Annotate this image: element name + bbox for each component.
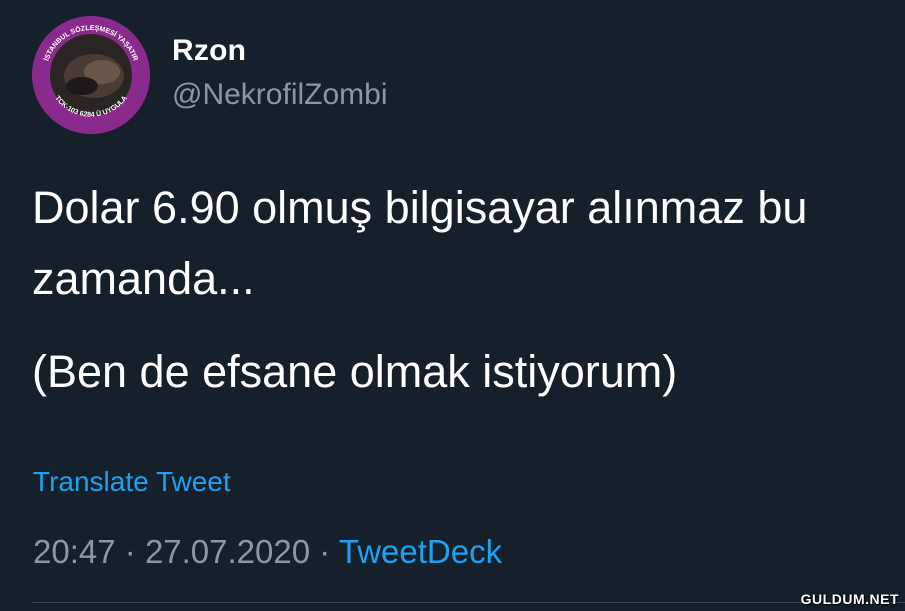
tweet-text: Dolar 6.90 olmuş bilgisayar alınmaz bu z… bbox=[32, 172, 882, 407]
watermark: GULDUM.NET bbox=[800, 591, 899, 607]
tweet-text-line-2: (Ben de efsane olmak istiyorum) bbox=[32, 346, 678, 397]
tweet-source-link[interactable]: TweetDeck bbox=[339, 533, 502, 570]
divider bbox=[32, 602, 905, 603]
avatar[interactable]: İSTANBUL SÖZLEŞMESİ YAŞATIR TCK-103 6284… bbox=[32, 16, 150, 134]
translate-tweet-link[interactable]: Translate Tweet bbox=[33, 466, 231, 498]
tweet-meta: 20:47 · 27.07.2020 · TweetDeck bbox=[33, 533, 502, 571]
display-name[interactable]: Rzon bbox=[172, 34, 246, 68]
tweet-card: İSTANBUL SÖZLEŞMESİ YAŞATIR TCK-103 6284… bbox=[0, 0, 905, 611]
tweet-text-line-1: Dolar 6.90 olmuş bilgisayar alınmaz bu z… bbox=[32, 182, 808, 304]
tweet-time[interactable]: 20:47 bbox=[33, 533, 116, 570]
user-handle[interactable]: @NekrofilZombi bbox=[172, 78, 388, 112]
avatar-image: İSTANBUL SÖZLEŞMESİ YAŞATIR TCK-103 6284… bbox=[32, 16, 150, 134]
meta-separator: · bbox=[319, 533, 331, 570]
meta-separator: · bbox=[124, 533, 136, 570]
tweet-date[interactable]: 27.07.2020 bbox=[145, 533, 310, 570]
